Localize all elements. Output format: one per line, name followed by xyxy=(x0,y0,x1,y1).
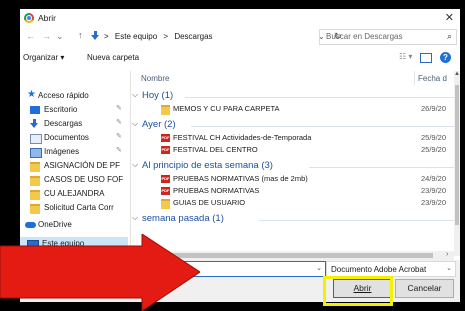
chrome-icon xyxy=(24,13,34,23)
file-type-value: Documento Adobe Acrobat xyxy=(331,265,427,274)
folder-icon xyxy=(30,204,40,214)
search-placeholder: Buscar en Descargas xyxy=(326,32,403,41)
sidebar-item-cu-alejandra[interactable]: CU ALEJANDRA xyxy=(20,187,128,201)
column-header-name[interactable]: Nombre xyxy=(141,74,169,83)
folder-icon xyxy=(30,176,40,186)
sidebar-item-asignacion[interactable]: ASIGNACIÓN DE PF xyxy=(20,159,128,173)
pdf-icon: PDF xyxy=(161,146,170,154)
list-item[interactable]: MEMOS Y CU PARA CARPETA 26/9/20 xyxy=(131,103,454,115)
list-item[interactable]: PDF PRUEBAS NORMATIVAS (mas de 2mb) 24/9… xyxy=(131,173,454,185)
sidebar-item-desktop[interactable]: Escritorio ✎ xyxy=(20,103,128,117)
download-icon xyxy=(30,119,40,128)
organize-menu[interactable]: Organizar ▾ xyxy=(23,53,64,62)
history-chevron-icon[interactable]: ⌄ xyxy=(56,31,64,42)
pin-icon[interactable]: ✎ xyxy=(116,118,122,126)
folder-icon xyxy=(30,190,40,200)
pin-icon[interactable]: ✎ xyxy=(116,132,122,140)
column-separator[interactable] xyxy=(414,71,415,85)
sidebar-item-documents[interactable]: Documentos ✎ xyxy=(20,131,128,145)
group-header-yesterday[interactable]: ⌵ Ayer (2) xyxy=(131,118,454,132)
desktop-icon xyxy=(30,106,40,114)
address-bar[interactable]: > Este equipo > Descargas ⌄ ↻ xyxy=(76,29,346,44)
file-type-select[interactable]: Documento Adobe Acrobat ⌄ xyxy=(326,261,456,277)
collapse-chevron-icon[interactable]: ⌵ xyxy=(132,160,138,170)
group-divider xyxy=(259,220,454,221)
sidebar-item-casos-de-uso[interactable]: CASOS DE USO FOF xyxy=(20,173,128,187)
search-input[interactable]: Buscar en Descargas ⌕ xyxy=(319,29,457,45)
forward-icon[interactable]: → xyxy=(42,31,51,41)
navigation-bar: ← → ⌄ ↑ > Este equipo > Descargas ⌄ ↻ Bu… xyxy=(20,28,460,46)
group-divider xyxy=(309,167,454,168)
cancel-button[interactable]: Cancelar xyxy=(395,279,454,298)
sidebar-item-downloads[interactable]: Descargas ✎ xyxy=(20,117,128,131)
group-divider xyxy=(185,97,454,98)
search-icon: ⌕ xyxy=(446,31,452,41)
breadcrumb-item-este-equipo[interactable]: Este equipo xyxy=(115,32,157,41)
star-icon: ★ xyxy=(27,89,36,100)
back-icon[interactable]: ← xyxy=(26,31,35,41)
documents-icon xyxy=(30,134,42,144)
breadcrumb: > Este equipo > Descargas xyxy=(104,32,217,41)
file-name-dropdown-icon[interactable]: ⌄ xyxy=(316,264,322,272)
new-folder-button[interactable]: Nueva carpeta xyxy=(87,53,139,62)
view-options-icon[interactable]: ☷ ▾ xyxy=(399,52,412,61)
pictures-icon xyxy=(30,148,42,158)
group-header-earlier-this-week[interactable]: ⌵ Al principio de esta semana (3) xyxy=(131,159,454,173)
download-icon xyxy=(91,31,100,40)
pdf-icon: PDF xyxy=(161,175,170,183)
group-header-today[interactable]: ⌵ Hoy (1) xyxy=(131,89,454,103)
folder-icon xyxy=(30,162,40,172)
sidebar-item-quick-access[interactable]: ★ Acceso rápido xyxy=(20,89,128,103)
scroll-right-icon[interactable]: › xyxy=(446,251,448,258)
list-item[interactable]: GUIAS DE USUARIO 23/9/20 xyxy=(131,197,454,209)
group-divider xyxy=(191,126,454,127)
navigation-pane: ★ Acceso rápido Escritorio ✎ Descargas ✎… xyxy=(20,71,128,251)
collapse-chevron-icon[interactable]: ⌵ xyxy=(132,213,138,223)
command-bar: Organizar ▾ Nueva carpeta ☷ ▾ ? xyxy=(20,50,460,67)
window-title: Abrir xyxy=(38,13,56,23)
scroll-up-icon[interactable]: ▲ xyxy=(454,71,460,77)
collapse-chevron-icon[interactable]: ⌵ xyxy=(132,90,138,100)
file-list: Nombre Fecha d ⌵ Hoy (1) MEMOS Y CU PARA… xyxy=(131,71,454,251)
file-type-dropdown-icon[interactable]: ⌄ xyxy=(446,264,452,272)
scrollbar-thumb[interactable] xyxy=(455,85,459,225)
help-icon[interactable]: ? xyxy=(440,52,451,63)
column-header-date[interactable]: Fecha d xyxy=(418,74,447,83)
sidebar-item-pictures[interactable]: Imágenes ✎ xyxy=(20,145,128,159)
pin-icon[interactable]: ✎ xyxy=(116,104,122,112)
list-item[interactable]: PDF FESTIVAL CH Actividades-de-Temporada… xyxy=(131,132,454,144)
collapse-chevron-icon[interactable]: ⌵ xyxy=(132,119,138,129)
sidebar-item-onedrive[interactable]: OneDrive xyxy=(20,218,128,232)
red-arrow-annotation xyxy=(0,234,200,311)
pdf-icon: PDF xyxy=(161,134,170,142)
list-item[interactable]: PDF PRUEBAS NORMATIVAS 23/9/20 xyxy=(131,185,454,197)
list-item[interactable]: PDF FESTIVAL DEL CENTRO 25/9/20 xyxy=(131,144,454,156)
sidebar-item-solicitud[interactable]: Solicitud Carta Corr xyxy=(20,201,128,215)
group-header-last-week[interactable]: ⌵ semana pasada (1) xyxy=(131,212,454,226)
breadcrumb-item-descargas[interactable]: Descargas xyxy=(174,32,212,41)
close-icon[interactable]: ✕ xyxy=(445,11,454,24)
breadcrumb-separator: > xyxy=(163,32,169,41)
folder-icon xyxy=(161,105,170,115)
cloud-icon xyxy=(25,222,36,228)
breadcrumb-separator: > xyxy=(104,32,109,41)
preview-pane-icon[interactable] xyxy=(420,53,432,63)
title-bar: Abrir ✕ xyxy=(20,9,460,27)
folder-icon xyxy=(161,199,170,209)
vertical-scrollbar[interactable]: ▲ xyxy=(454,71,460,256)
pdf-icon: PDF xyxy=(161,187,170,195)
pin-icon[interactable]: ✎ xyxy=(116,146,122,154)
open-button-highlight xyxy=(323,276,393,306)
